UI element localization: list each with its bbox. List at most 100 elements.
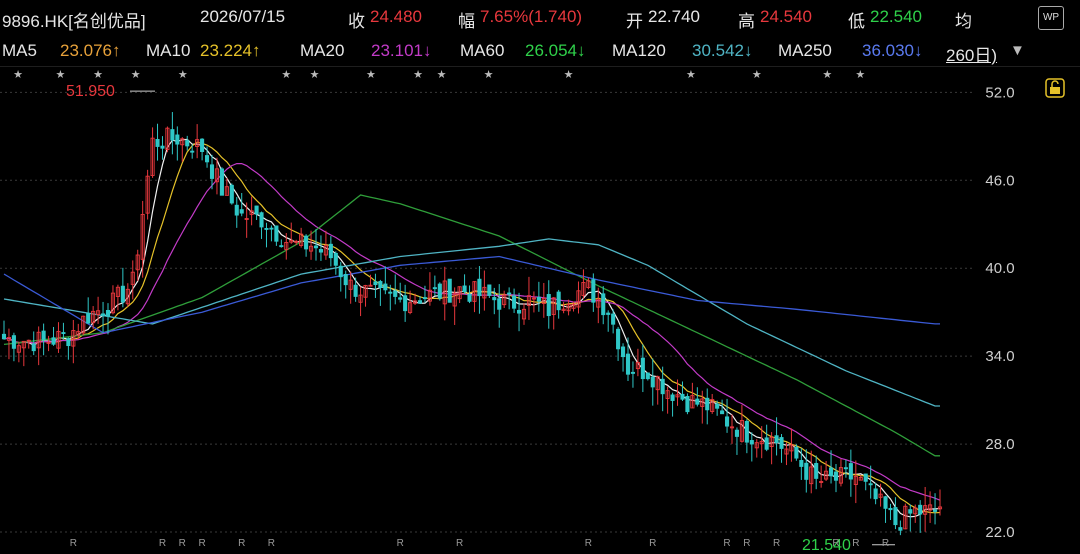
candle-body (393, 290, 398, 297)
high-marker-label: 51.950 (66, 83, 115, 100)
y-tick-label: 40.0 (985, 260, 1014, 277)
candle-body (863, 473, 868, 482)
candle-body (274, 225, 279, 242)
candle-body (833, 471, 839, 481)
candle-body (734, 429, 740, 437)
candle-body (254, 205, 259, 215)
candle-body (378, 281, 383, 288)
close-label: 收 (348, 12, 365, 31)
ma5-value: 23.076↑ (60, 41, 121, 60)
event-star-icon: ★ (131, 69, 141, 81)
candle-body (41, 330, 46, 340)
chevron-down-icon[interactable]: ▼ (1010, 42, 1025, 59)
ma120-value: 30.542↓ (692, 41, 753, 60)
ma5-label: MA5 (2, 41, 37, 60)
event-star-icon: ★ (413, 69, 423, 81)
r-marker: R (268, 538, 275, 549)
candle-body (279, 245, 284, 248)
candle-body (269, 227, 274, 230)
candle-body (403, 295, 408, 312)
candle-body (492, 297, 497, 301)
candle-body (680, 393, 685, 400)
candle-body (893, 507, 898, 526)
low-value: 22.540 (870, 7, 922, 26)
candle-body (918, 504, 923, 515)
stock-chart-panel: { "header": { "symbol": "9896.HK[名创优品]",… (0, 0, 1080, 554)
candle-body (200, 138, 205, 152)
candle-body (497, 298, 502, 310)
candle-body (155, 139, 160, 147)
candle-body (799, 460, 804, 467)
candle-body (794, 446, 799, 459)
event-star-icon: ★ (855, 69, 865, 81)
candle-body (343, 273, 348, 286)
event-star-icon: ★ (752, 69, 762, 81)
y-tick-label: 34.0 (985, 348, 1014, 365)
r-marker: R (198, 538, 205, 549)
candle-body (611, 313, 616, 325)
ma10-value: 23.224↑ (200, 41, 261, 60)
ma60-value: 26.054↓ (525, 41, 586, 60)
candle-body (724, 416, 730, 427)
candle-body (239, 209, 244, 214)
candle-body (601, 293, 606, 316)
candle-body (328, 243, 333, 259)
r-marker: R (882, 538, 889, 549)
candle-body (304, 235, 309, 250)
candle-body (398, 297, 403, 300)
event-star-icon: ★ (686, 69, 696, 81)
candle-body (848, 463, 853, 480)
r-marker: R (456, 538, 463, 549)
price-chart[interactable]: ★ ★ ★ ★ ★ ★ ★ ★ ★ ★ ★ ★ ★ ★ ★ ★ 51.950 21.540 52.0 46.0 40… (0, 66, 1080, 554)
candle-body (705, 397, 710, 411)
candle-body (31, 343, 36, 352)
ma10-line (3, 141, 941, 514)
candle-body (383, 283, 388, 291)
candle-body (447, 278, 452, 303)
candle-body (512, 295, 517, 309)
candle-body (318, 249, 324, 253)
r-marker: R (649, 538, 656, 549)
candle-body (66, 338, 71, 347)
candle-body (507, 292, 512, 295)
candle-body (932, 509, 938, 512)
candle-body (620, 346, 626, 358)
candle-body (209, 164, 215, 179)
open-label: 开 (626, 12, 643, 31)
avg-label: 均 (955, 12, 972, 31)
candle-body (546, 294, 551, 317)
candle-body (804, 462, 809, 480)
candle-body (467, 294, 472, 302)
low-marker-label: 21.540 (802, 537, 851, 554)
candle-body (219, 168, 224, 196)
event-star-icon: ★ (178, 69, 188, 81)
candle-body (873, 488, 878, 500)
high-label: 高 (738, 12, 755, 31)
candle-body (630, 371, 636, 374)
ma-legend: MA5 23.076↑ MA10 23.224↑ MA20 23.101↓ MA… (0, 36, 1080, 98)
y-tick-label: 28.0 (985, 436, 1014, 453)
high-value: 24.540 (760, 7, 812, 26)
candle-body (685, 396, 690, 413)
candle-body (204, 155, 210, 163)
candle-body (259, 212, 264, 228)
event-star-icon: ★ (93, 69, 103, 81)
candle-body (477, 278, 482, 297)
candle-body (720, 410, 725, 415)
stock-symbol[interactable]: 9896.HK[名创优品] (2, 7, 146, 32)
r-marker: R (238, 538, 245, 549)
candle-body (190, 150, 195, 153)
y-tick-label: 46.0 (985, 172, 1014, 189)
candle-body (883, 496, 888, 509)
candle-body (828, 467, 834, 477)
candle-body (1, 333, 7, 340)
candle-body (388, 291, 393, 294)
r-marker: R (179, 538, 186, 549)
event-star-icon: ★ (437, 69, 447, 81)
range-value: 7.65%(1.740) (480, 7, 583, 26)
candle-body (437, 283, 442, 299)
event-star-icon: ★ (310, 69, 320, 81)
event-star-icon: ★ (484, 69, 494, 81)
wp-icon[interactable]: WP (1038, 6, 1064, 30)
ma-period-selector[interactable]: 260日) (946, 41, 997, 66)
